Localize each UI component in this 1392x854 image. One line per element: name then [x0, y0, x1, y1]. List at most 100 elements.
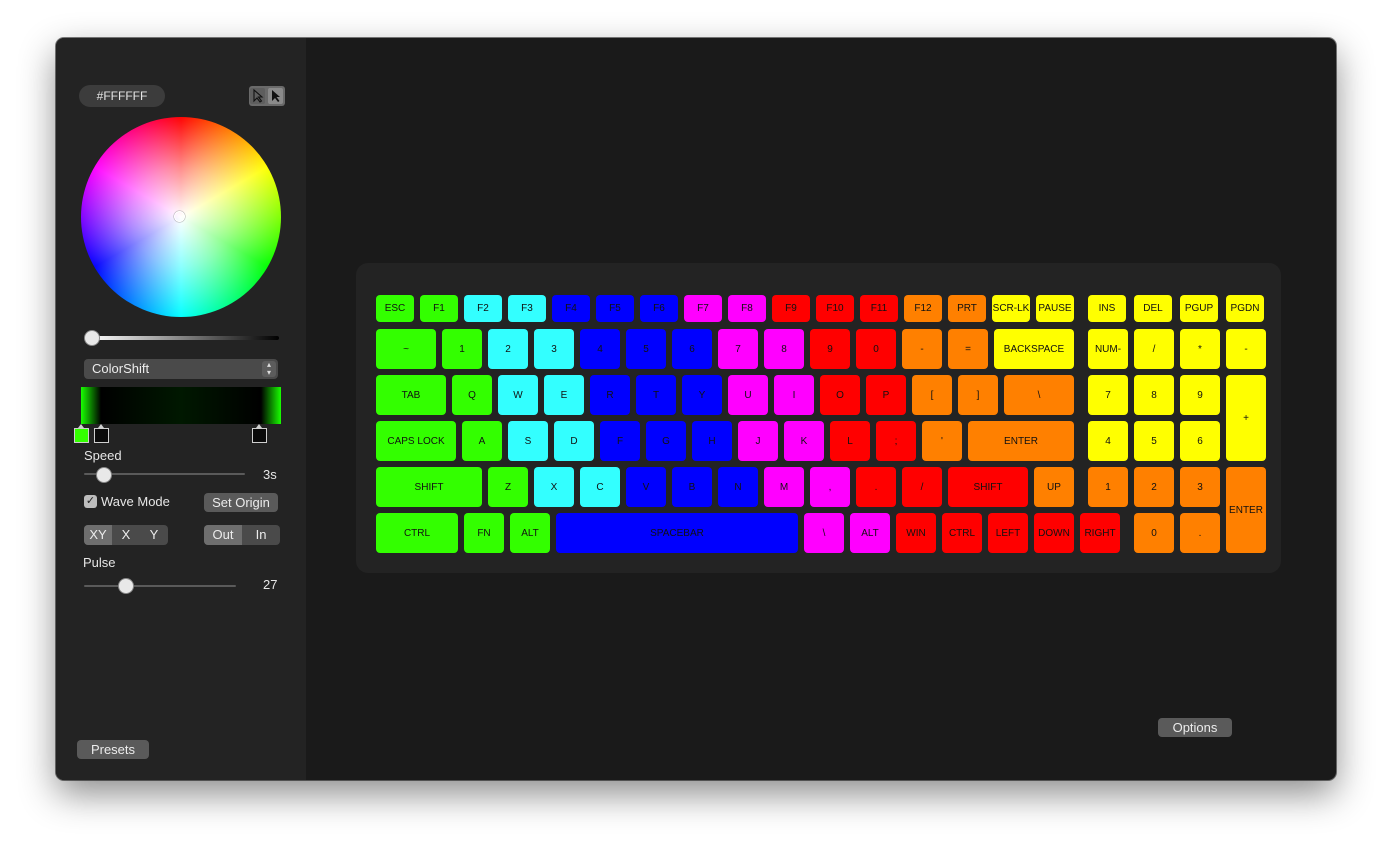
key-58[interactable]: S [508, 421, 548, 461]
direction-out-button[interactable]: Out [204, 525, 242, 545]
key-8[interactable]: F8 [728, 295, 766, 322]
key-26[interactable]: 6 [672, 329, 712, 369]
key-43[interactable]: T [636, 375, 676, 415]
key-25[interactable]: 5 [626, 329, 666, 369]
key-63[interactable]: J [738, 421, 778, 461]
key-9[interactable]: F9 [772, 295, 810, 322]
key-57[interactable]: A [462, 421, 502, 461]
key-90[interactable]: FN [464, 513, 504, 553]
key-78[interactable]: N [718, 467, 758, 507]
key-55[interactable]: + [1226, 375, 1266, 461]
key-73[interactable]: Z [488, 467, 528, 507]
effect-select[interactable]: ColorShift ▴ ▾ [84, 359, 278, 379]
key-97[interactable]: LEFT [988, 513, 1028, 553]
key-16[interactable]: INS [1088, 295, 1126, 322]
key-44[interactable]: Y [682, 375, 722, 415]
paint-tool-button[interactable] [268, 88, 283, 104]
key-71[interactable]: 6 [1180, 421, 1220, 461]
key-6[interactable]: F6 [640, 295, 678, 322]
key-62[interactable]: H [692, 421, 732, 461]
key-3[interactable]: F3 [508, 295, 546, 322]
key-4[interactable]: F4 [552, 295, 590, 322]
key-41[interactable]: E [544, 375, 584, 415]
key-66[interactable]: ; [876, 421, 916, 461]
axis-y-button[interactable]: Y [140, 525, 168, 545]
speed-slider-knob[interactable] [96, 467, 112, 483]
key-52[interactable]: 7 [1088, 375, 1128, 415]
key-15[interactable]: PAUSE [1036, 295, 1074, 322]
key-30[interactable]: 0 [856, 329, 896, 369]
key-80[interactable]: , [810, 467, 850, 507]
key-61[interactable]: G [646, 421, 686, 461]
pulse-slider-track[interactable] [84, 585, 236, 587]
key-64[interactable]: K [784, 421, 824, 461]
key-48[interactable]: P [866, 375, 906, 415]
key-5[interactable]: F5 [596, 295, 634, 322]
key-92[interactable]: SPACEBAR [556, 513, 798, 553]
key-46[interactable]: I [774, 375, 814, 415]
key-82[interactable]: / [902, 467, 942, 507]
key-18[interactable]: PGUP [1180, 295, 1218, 322]
key-11[interactable]: F11 [860, 295, 898, 322]
key-21[interactable]: 1 [442, 329, 482, 369]
key-53[interactable]: 8 [1134, 375, 1174, 415]
key-0[interactable]: ESC [376, 295, 414, 322]
hex-color-field[interactable]: #FFFFFF [79, 85, 165, 107]
key-83[interactable]: SHIFT [948, 467, 1028, 507]
key-23[interactable]: 3 [534, 329, 574, 369]
key-19[interactable]: PGDN [1226, 295, 1264, 322]
key-94[interactable]: ALT [850, 513, 890, 553]
key-42[interactable]: R [590, 375, 630, 415]
key-60[interactable]: F [600, 421, 640, 461]
key-47[interactable]: O [820, 375, 860, 415]
key-22[interactable]: 2 [488, 329, 528, 369]
key-89[interactable]: CTRL [376, 513, 458, 553]
key-17[interactable]: DEL [1134, 295, 1172, 322]
key-29[interactable]: 9 [810, 329, 850, 369]
key-72[interactable]: SHIFT [376, 467, 482, 507]
key-49[interactable]: [ [912, 375, 952, 415]
key-32[interactable]: = [948, 329, 988, 369]
axis-xy-button[interactable]: XY [84, 525, 112, 545]
key-20[interactable]: ~ [376, 329, 436, 369]
key-35[interactable]: / [1134, 329, 1174, 369]
key-84[interactable]: UP [1034, 467, 1074, 507]
key-88[interactable]: ENTER [1226, 467, 1266, 553]
key-86[interactable]: 2 [1134, 467, 1174, 507]
key-87[interactable]: 3 [1180, 467, 1220, 507]
key-69[interactable]: 4 [1088, 421, 1128, 461]
key-40[interactable]: W [498, 375, 538, 415]
key-2[interactable]: F2 [464, 295, 502, 322]
key-91[interactable]: ALT [510, 513, 550, 553]
key-77[interactable]: B [672, 467, 712, 507]
key-36[interactable]: * [1180, 329, 1220, 369]
key-101[interactable]: . [1180, 513, 1220, 553]
key-27[interactable]: 7 [718, 329, 758, 369]
key-93[interactable]: \ [804, 513, 844, 553]
key-37[interactable]: - [1226, 329, 1266, 369]
key-34[interactable]: NUM- [1088, 329, 1128, 369]
key-13[interactable]: PRT [948, 295, 986, 322]
key-38[interactable]: TAB [376, 375, 446, 415]
key-75[interactable]: C [580, 467, 620, 507]
key-14[interactable]: SCR-LK [992, 295, 1030, 322]
key-54[interactable]: 9 [1180, 375, 1220, 415]
gradient-stop-left-inner[interactable] [94, 424, 109, 443]
key-74[interactable]: X [534, 467, 574, 507]
pulse-slider-knob[interactable] [118, 578, 134, 594]
axis-x-button[interactable]: X [112, 525, 140, 545]
gradient-stop-right[interactable] [252, 424, 267, 443]
key-56[interactable]: CAPS LOCK [376, 421, 456, 461]
key-70[interactable]: 5 [1134, 421, 1174, 461]
presets-button[interactable]: Presets [77, 740, 149, 759]
key-65[interactable]: L [830, 421, 870, 461]
key-100[interactable]: 0 [1134, 513, 1174, 553]
key-96[interactable]: CTRL [942, 513, 982, 553]
key-31[interactable]: - [902, 329, 942, 369]
options-button[interactable]: Options [1158, 718, 1232, 737]
brightness-slider[interactable] [91, 336, 279, 340]
key-45[interactable]: U [728, 375, 768, 415]
key-24[interactable]: 4 [580, 329, 620, 369]
key-39[interactable]: Q [452, 375, 492, 415]
key-76[interactable]: V [626, 467, 666, 507]
